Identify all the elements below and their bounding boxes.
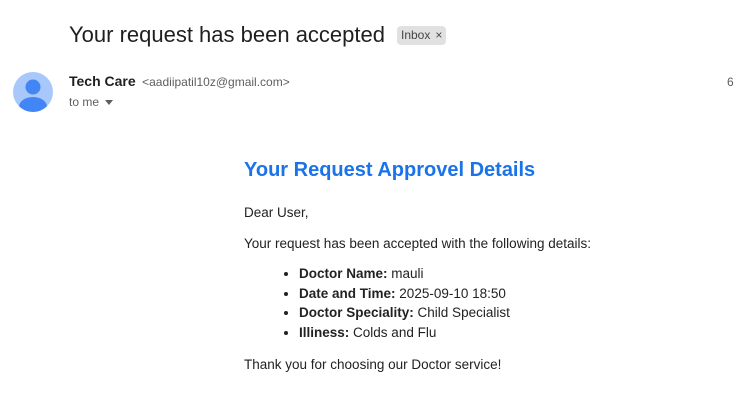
list-item: Illiness: Colds and Flu [299, 323, 724, 343]
sender-avatar[interactable] [13, 72, 53, 112]
list-item: Doctor Name: mauli [299, 264, 724, 284]
recipient-row[interactable]: to me [69, 95, 114, 109]
inbox-label-badge[interactable]: Inbox × [396, 25, 447, 45]
email-timestamp: 6 [727, 75, 734, 89]
message-closing: Thank you for choosing our Doctor servic… [244, 357, 502, 372]
person-icon [19, 79, 47, 112]
detail-label: Doctor Speciality: [299, 305, 414, 320]
detail-value: mauli [391, 266, 424, 281]
detail-label: Date and Time: [299, 285, 396, 301]
subject-row: Your request has been accepted Inbox × [69, 22, 447, 48]
list-item: Doctor Speciality: Child Specialist [299, 303, 724, 323]
recipient-label: to me [69, 95, 100, 109]
sender-email: <aadiipatil10z@gmail.com> [142, 75, 290, 89]
inbox-label-text: Inbox [400, 27, 431, 42]
details-list: Doctor Name: mauli Date and Time: 2025-0… [244, 264, 724, 342]
detail-label: Illiness: [299, 324, 350, 340]
email-body: Your Request Approvel Details Dear User,… [244, 156, 724, 374]
email-view: Your request has been accepted Inbox × T… [0, 0, 736, 408]
message-greeting: Dear User, [244, 205, 309, 220]
message-intro: Your request has been accepted with the … [244, 236, 591, 251]
remove-label-icon[interactable]: × [435, 28, 442, 42]
detail-value: Colds and Flu [353, 324, 437, 340]
detail-value: 2025-09-10 18:50 [399, 285, 506, 301]
chevron-down-icon[interactable] [105, 99, 114, 105]
detail-value: Child Specialist [417, 305, 510, 320]
detail-label: Doctor Name: [299, 266, 388, 281]
sender-name[interactable]: Tech Care [69, 73, 136, 89]
message-heading: Your Request Approvel Details [244, 159, 536, 181]
sender-row: Tech Care <aadiipatil10z@gmail.com> [69, 73, 290, 91]
list-item: Date and Time: 2025-09-10 18:50 [299, 284, 724, 304]
email-subject: Your request has been accepted [69, 22, 385, 47]
